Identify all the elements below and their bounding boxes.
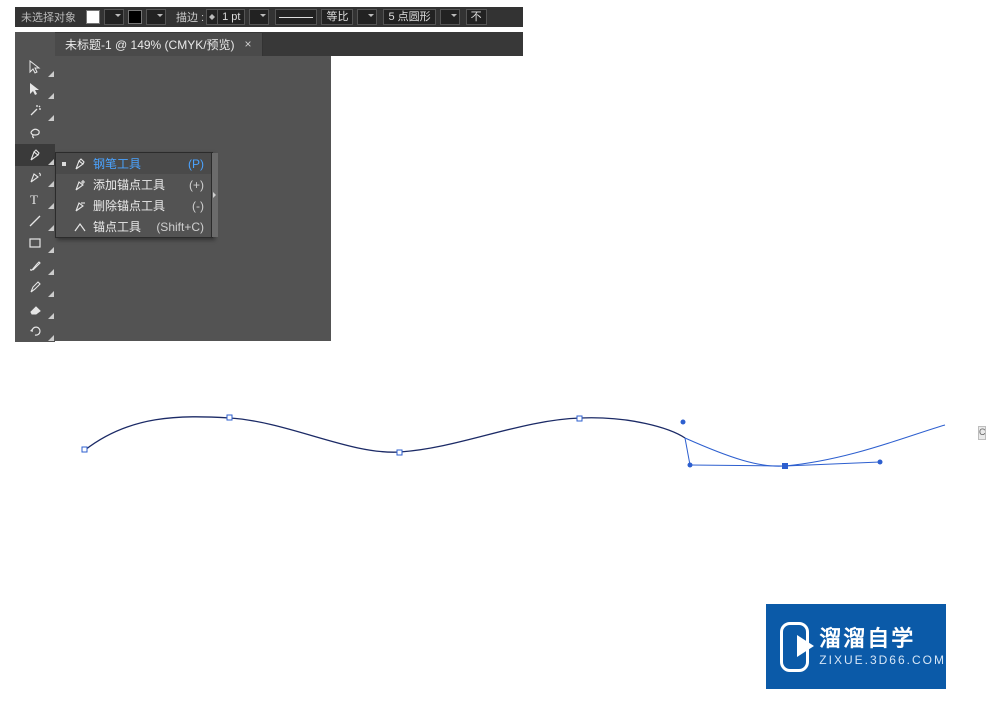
paintbrush-tool[interactable] [15,254,55,276]
selected-dot-icon [62,162,66,166]
path-segment[interactable] [85,417,685,452]
fill-swatch[interactable] [86,10,100,24]
flyout-item-shortcut: (+) [189,178,208,192]
rectangle-tool[interactable] [15,232,55,254]
ratio-dropdown[interactable] [357,9,377,25]
paintbrush-icon [28,258,42,272]
path-preview-segment [685,425,945,466]
pen-icon [71,157,89,171]
direction-handle-point[interactable] [688,463,693,468]
corner-value[interactable]: 5 点圆形 [383,9,435,25]
flyout-item-label: 钢笔工具 [89,155,188,172]
rotate-tool[interactable] [15,320,55,342]
pencil-icon [28,280,42,294]
stroke-weight-value[interactable]: 1 pt [218,9,245,25]
rotate-icon [28,324,42,338]
document-tab-title: 未标题-1 @ 149% (CMYK/预览) [65,36,235,53]
stepper-arrows-icon[interactable] [206,9,218,25]
direct-selection-tool[interactable] [15,78,55,100]
stroke-label: 描边 : [176,9,204,25]
document-tab[interactable]: 未标题-1 @ 149% (CMYK/预览) × [55,33,263,56]
play-icon [780,622,809,672]
direction-handle-line[interactable] [690,465,785,466]
document-tab-bar: 未标题-1 @ 149% (CMYK/预览) × [55,32,523,56]
stroke-weight-dropdown[interactable] [249,9,269,25]
flyout-item-shortcut: (-) [192,199,208,213]
selection-status: 未选择对象 [15,9,82,25]
anchor-point-selected[interactable] [782,463,788,469]
stroke-weight-stepper[interactable]: 1 pt [206,9,245,25]
ratio-label: 等比 [321,9,353,25]
eraser-tool[interactable] [15,298,55,320]
anchor-point[interactable] [82,447,87,452]
pen-minus-icon [71,199,89,213]
tools-panel: T [15,56,55,342]
flyout-item-label: 锚点工具 [89,218,156,235]
flyout-item-pen[interactable]: 钢笔工具 (P) [56,153,212,174]
flyout-item-label: 添加锚点工具 [89,176,189,193]
stroke-profile-preview[interactable] [275,9,317,25]
close-tab-icon[interactable]: × [245,37,252,51]
direct-selection-icon [28,82,42,96]
watermark-title: 溜溜自学 [819,626,946,652]
stroke-dropdown[interactable] [146,9,166,25]
type-icon: T [28,192,42,206]
flyout-item-shortcut: (P) [188,157,208,171]
magic-wand-icon [28,104,42,118]
direction-handle-point[interactable] [681,420,686,425]
anchor-point[interactable] [397,450,402,455]
stroke-swatch[interactable] [128,10,142,24]
eraser-icon [28,302,42,316]
magic-wand-tool[interactable] [15,100,55,122]
direction-handle-point[interactable] [878,460,883,465]
selection-icon [28,60,42,74]
edge-crop-marker: C [978,426,986,440]
watermark-url: ZIXUE.3D66.COM [819,653,946,667]
anchor-point[interactable] [227,415,232,420]
rectangle-icon [28,236,42,250]
watermark-badge: 溜溜自学 ZIXUE.3D66.COM [766,604,946,689]
lasso-icon [28,126,42,140]
corner-dropdown[interactable] [440,9,460,25]
flyout-item-add-anchor[interactable]: 添加锚点工具 (+) [56,174,212,195]
anchor-point[interactable] [577,416,582,421]
bezier-path[interactable] [60,380,980,520]
flyout-item-delete-anchor[interactable]: 删除锚点工具 (-) [56,195,212,216]
line-segment-tool[interactable] [15,210,55,232]
curvature-icon [28,170,42,184]
flyout-item-label: 删除锚点工具 [89,197,192,214]
direction-handle-line[interactable] [685,438,690,465]
curvature-tool[interactable] [15,166,55,188]
tearoff-handle[interactable] [211,153,218,237]
flyout-item-shortcut: (Shift+C) [156,220,208,234]
pen-tool[interactable] [15,144,55,166]
anchor-convert-icon [71,220,89,234]
fill-dropdown[interactable] [104,9,124,25]
type-tool[interactable]: T [15,188,55,210]
opacity-trunc: 不 [466,9,487,25]
options-bar: 未选择对象 描边 : 1 pt 等比 5 点圆形 不 [15,7,523,27]
pen-plus-icon [71,178,89,192]
flyout-item-anchor-convert[interactable]: 锚点工具 (Shift+C) [56,216,212,237]
selection-tool[interactable] [15,56,55,78]
svg-text:T: T [30,192,38,206]
line-icon [28,214,42,228]
pencil-tool[interactable] [15,276,55,298]
pen-icon [28,148,42,162]
pen-tool-flyout: 钢笔工具 (P) 添加锚点工具 (+) 删除锚点工具 (-) 锚点工具 (Shi… [55,152,213,238]
lasso-tool[interactable] [15,122,55,144]
